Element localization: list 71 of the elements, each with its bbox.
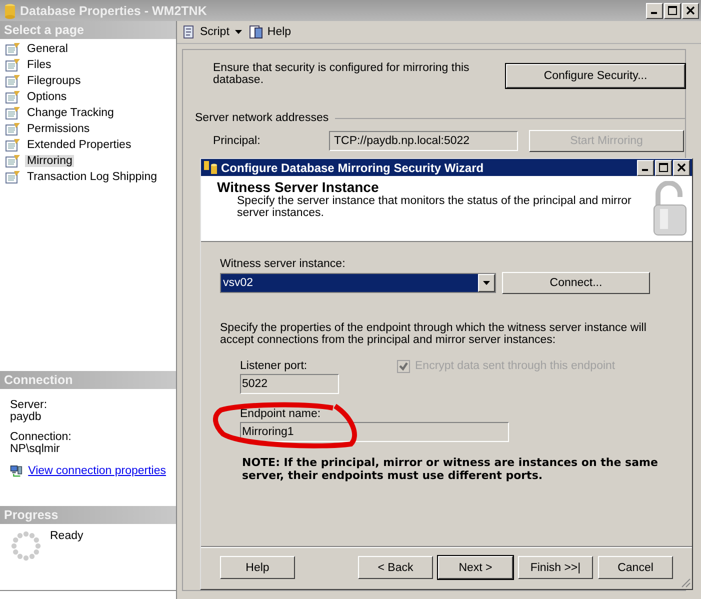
wizard-button[interactable]: Finish >>|	[518, 556, 593, 579]
note-text: NOTE: If the principal, mirror or witness are instances on the same server, their endpoints must use different ports.	[241, 456, 659, 482]
page-icon	[5, 74, 21, 88]
caret-icon[interactable]	[235, 30, 242, 34]
page-icon	[5, 106, 21, 120]
server-label: Server:	[10, 399, 48, 411]
wizard-button[interactable]: Help	[220, 556, 295, 579]
endpoint-name-field[interactable]: Mirroring1	[240, 422, 509, 442]
page-icon	[5, 154, 21, 168]
sidebar-item[interactable]: Filegroups	[25, 75, 83, 87]
section-title: Server network addresses	[195, 112, 329, 124]
page-heading: Witness Server Instance	[217, 179, 380, 195]
minimize-button[interactable]	[646, 2, 663, 18]
principal-field[interactable]: TCP://paydb.np.local:5022	[329, 131, 518, 151]
page-description: Specify the server instance that monitors the status of the principal and mirror server instances.	[236, 195, 632, 219]
progress-status: Ready	[50, 530, 84, 544]
connection-label: Connection:	[10, 431, 72, 443]
endpoint-name-label: Endpoint name:	[240, 408, 322, 420]
page-icon	[5, 58, 21, 72]
connect-button[interactable]: Connect...	[502, 272, 650, 294]
wizard-button[interactable]: Next >	[438, 556, 513, 579]
spinner-icon	[10, 530, 42, 562]
witness-label: Witness server instance:	[220, 258, 346, 270]
database-icon	[203, 160, 219, 175]
endpoint-description: Specify the properties of the endpoint through which the witness server instance will accept connections from the principal and mirror server instances:	[220, 322, 648, 346]
listener-port-field[interactable]: 5022	[240, 374, 339, 394]
page-icon	[5, 138, 21, 152]
sidebar-item[interactable]: Transaction Log Shipping	[25, 171, 159, 183]
sidebar-item[interactable]: Permissions	[25, 123, 92, 135]
close-button[interactable]	[673, 160, 690, 176]
page-icon	[5, 122, 21, 136]
minimize-button[interactable]	[637, 160, 654, 176]
page-icon	[5, 42, 21, 56]
window-title: Database Properties - WM2TNK	[20, 4, 207, 18]
page-icon	[5, 170, 21, 184]
database-icon	[4, 2, 16, 18]
sidebar-item[interactable]: Change Tracking	[25, 107, 116, 119]
close-icon	[677, 163, 686, 172]
maximize-icon	[659, 163, 668, 172]
security-text: Ensure that security is configured for mirroring this database.	[213, 62, 470, 86]
listener-port-label: Listener port:	[240, 360, 308, 372]
resize-grip-icon	[680, 577, 691, 588]
configure-security-button[interactable]: Configure Security...	[506, 64, 685, 88]
page-icon	[5, 90, 21, 104]
panel-header: Progress	[0, 506, 176, 524]
sidebar-item[interactable]: Options	[25, 91, 69, 103]
principal-label: Principal:	[213, 135, 262, 147]
book-icon	[248, 24, 264, 40]
connection-properties-link[interactable]: View connection properties	[28, 465, 166, 477]
sidebar-item[interactable]: General	[25, 43, 70, 55]
padlock-icon	[652, 181, 688, 237]
connection-value: NP\sqlmir	[10, 443, 61, 455]
wizard-button[interactable]: < Back	[358, 556, 433, 579]
panel-header: Select a page	[0, 21, 176, 39]
maximize-button[interactable]	[655, 160, 672, 176]
dialog-title: Configure Database Mirroring Security Wizard	[221, 160, 484, 174]
help-button[interactable]: Help	[248, 24, 292, 40]
sidebar-item[interactable]: Extended Properties	[25, 139, 134, 151]
close-button[interactable]	[682, 2, 699, 18]
server-value: paydb	[10, 411, 42, 423]
maximize-button[interactable]	[664, 2, 681, 18]
maximize-icon	[668, 6, 677, 15]
panel-header: Connection	[0, 371, 176, 389]
sidebar-item[interactable]: Mirroring	[25, 155, 74, 167]
computer-icon	[10, 463, 24, 479]
close-icon	[686, 6, 695, 15]
wizard-button[interactable]: Cancel	[598, 556, 673, 579]
caret-icon	[483, 281, 490, 285]
script-button[interactable]: Script	[181, 24, 230, 40]
sidebar-item[interactable]: Files	[25, 59, 54, 71]
witness-dropdown[interactable]: vsv02	[220, 273, 496, 293]
